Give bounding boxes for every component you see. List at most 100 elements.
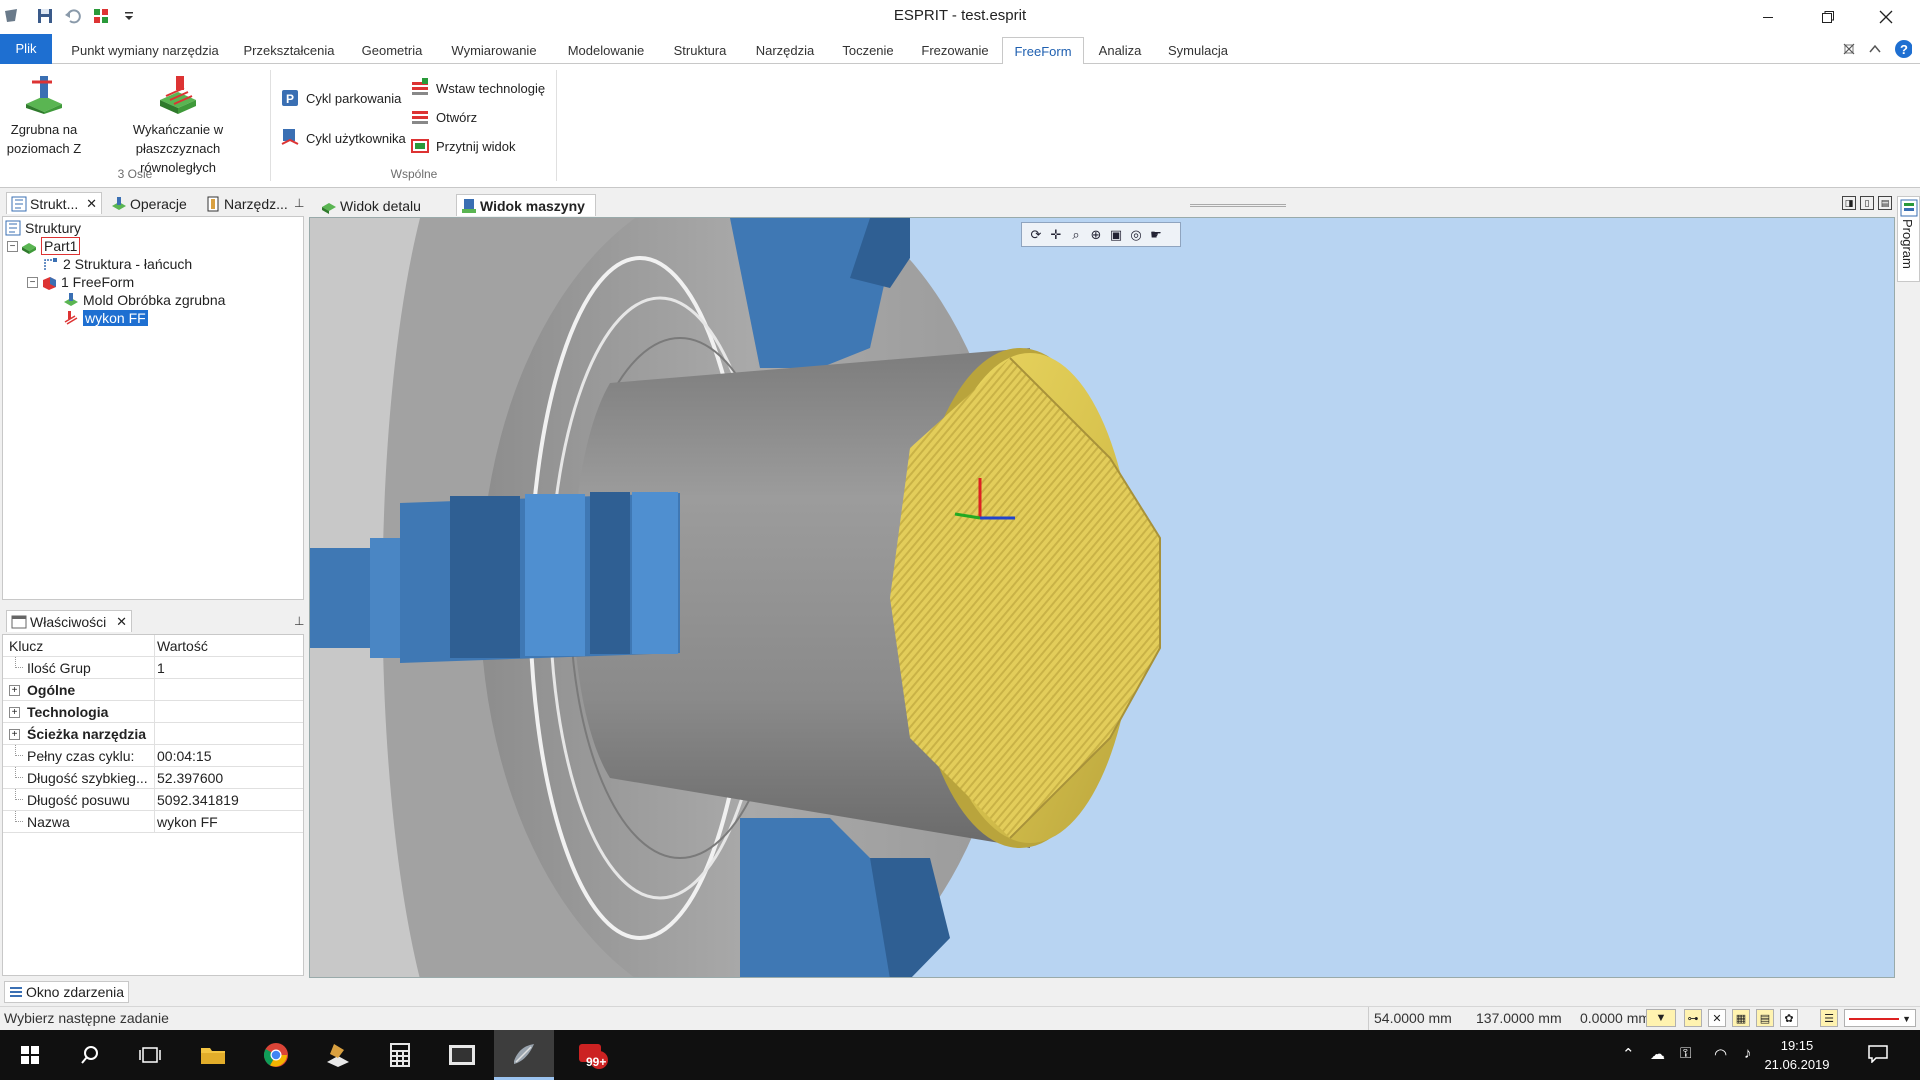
tab-wlasciwosci[interactable]: Właściwości ✕ <box>6 610 132 632</box>
tab-widok-maszyny[interactable]: Widok maszyny <box>456 194 596 216</box>
barcode-icon[interactable] <box>92 4 114 28</box>
zoom-window-icon[interactable]: ⊕ <box>1086 225 1106 245</box>
list-icon[interactable]: ☰ <box>1820 1009 1838 1027</box>
property-row[interactable]: Długość szybkieg... 52.397600 <box>3 767 303 789</box>
property-row[interactable]: + Technologia <box>3 701 303 723</box>
restore-button[interactable] <box>1800 0 1856 34</box>
zgrubna-button[interactable]: Zgrubna na poziomach Z <box>4 70 84 158</box>
notifications-app-button[interactable]: 99+ <box>564 1030 624 1080</box>
esprit-taskbar-button[interactable] <box>494 1030 554 1080</box>
hand-icon[interactable]: ☛ <box>1146 225 1166 245</box>
window-maximize-icon[interactable]: ◨ <box>1842 196 1856 210</box>
action-center-icon[interactable] <box>1868 1045 1888 1067</box>
rotate-icon[interactable]: ⟳ <box>1026 225 1046 245</box>
wykanczanie-button[interactable]: Wykańczanie w płaszczyznach równoległych <box>90 70 266 177</box>
close-tab-icon[interactable]: ✕ <box>86 196 97 212</box>
tab-struktury[interactable]: Strukt... ✕ <box>6 192 102 214</box>
tree-label: 1 FreeForm <box>61 274 135 290</box>
tool-app-button[interactable] <box>308 1030 368 1080</box>
tree-node-mold[interactable]: Mold Obróbka zgrubna <box>63 290 225 310</box>
close-button[interactable] <box>1858 0 1914 34</box>
onedrive-icon[interactable]: ☁ <box>1650 1045 1665 1063</box>
property-row[interactable]: + Ogólne <box>3 679 303 701</box>
undo-icon[interactable] <box>62 4 84 28</box>
property-row[interactable]: Długość posuwu 5092.341819 <box>3 789 303 811</box>
right-sidebar[interactable]: Program <box>1897 196 1920 282</box>
file-explorer-button[interactable] <box>183 1030 243 1080</box>
help-icon[interactable]: ? <box>1894 40 1912 58</box>
cykl-uzytkownika-label: Cykl użytkownika <box>306 130 406 146</box>
otworz-button[interactable]: Otwórz <box>410 105 477 129</box>
drag-grip[interactable] <box>1190 204 1286 207</box>
tab-operacje[interactable]: Operacje <box>106 192 196 214</box>
tree-node-chain[interactable]: 2 Struktura - łańcuch <box>43 254 192 274</box>
layers-icon[interactable]: ▤ <box>1756 1009 1774 1027</box>
tab-struktura[interactable]: Struktura <box>668 37 732 64</box>
snap-icon[interactable]: ⊶ <box>1684 1009 1702 1027</box>
taskbar-clock[interactable]: 19:15 21.06.2019 <box>1762 1036 1832 1074</box>
machine-viewport[interactable] <box>309 217 1895 978</box>
close-tab-icon[interactable]: ✕ <box>116 614 127 630</box>
wstaw-technologie-button[interactable]: Wstaw technologię <box>410 76 545 100</box>
up-arrow-icon[interactable] <box>1866 40 1884 58</box>
show-hidden-icons[interactable]: ⌃ <box>1622 1045 1635 1063</box>
property-row[interactable]: Pełny czas cyklu: 00:04:15 <box>3 745 303 767</box>
collapse-icon[interactable]: − <box>27 276 38 288</box>
collapse-ribbon-icon[interactable] <box>1840 40 1858 58</box>
cross-icon[interactable]: ✕ <box>1708 1009 1726 1027</box>
window-layout-icon[interactable]: ▤ <box>1878 196 1892 210</box>
pin-icon[interactable]: ⊥ <box>294 614 304 628</box>
tab-plik[interactable]: Plik <box>0 34 52 64</box>
window-tile-icon[interactable]: ▯ <box>1860 196 1874 210</box>
image-viewer-button[interactable] <box>432 1030 492 1080</box>
task-view-button[interactable] <box>120 1030 180 1080</box>
grid-icon[interactable]: ▦ <box>1732 1009 1750 1027</box>
event-list-icon <box>10 987 22 997</box>
tab-toczenie[interactable]: Toczenie <box>836 37 900 64</box>
volume-icon[interactable]: ♪ <box>1744 1045 1752 1062</box>
search-button[interactable] <box>60 1030 120 1080</box>
palette-icon[interactable]: ✿ <box>1780 1009 1798 1027</box>
property-row[interactable]: + Ścieżka narzędzia <box>3 723 303 745</box>
app-menu-icon[interactable] <box>0 4 22 28</box>
przytnij-widok-button[interactable]: Przytnij widok <box>410 134 515 158</box>
wifi-icon[interactable]: ◠ <box>1714 1045 1727 1063</box>
tab-punkt-wymiany[interactable]: Punkt wymiany narzędzia <box>62 37 228 64</box>
finishing-icon <box>156 74 200 114</box>
selection-filter-icon[interactable]: ▼ <box>1646 1009 1676 1027</box>
tree-node-part1[interactable]: − Part1 <box>7 236 81 256</box>
tab-narzedzia[interactable]: Narzędzia <box>746 37 824 64</box>
tree-node-freeform[interactable]: − 1 FreeForm <box>27 272 134 292</box>
tab-analiza[interactable]: Analiza <box>1092 37 1148 64</box>
cykl-uzytkownika-button[interactable]: Cykl użytkownika <box>280 126 406 150</box>
tab-wymiarowanie[interactable]: Wymiarowanie <box>444 37 544 64</box>
line-style-dropdown[interactable]: ▼ <box>1844 1009 1916 1027</box>
tab-freeform[interactable]: FreeForm <box>1002 37 1084 66</box>
calculator-button[interactable] <box>370 1030 430 1080</box>
tab-modelowanie[interactable]: Modelowanie <box>556 37 656 64</box>
zoom-icon[interactable]: ⌕ <box>1066 225 1086 245</box>
collapse-icon[interactable]: − <box>7 240 18 252</box>
customize-quick-access-icon[interactable] <box>118 4 140 28</box>
save-icon[interactable] <box>34 4 56 28</box>
start-button[interactable] <box>0 1030 60 1080</box>
tree-node-wykon[interactable]: wykon FF <box>63 308 148 328</box>
tab-frezowanie[interactable]: Frezowanie <box>914 37 996 64</box>
tab-geometria[interactable]: Geometria <box>352 37 432 64</box>
tab-narzedzia-panel[interactable]: Narzędz... <box>200 192 298 214</box>
tab-symulacja[interactable]: Symulacja <box>1160 37 1236 64</box>
property-row[interactable]: Nazwa wykon FF <box>3 811 303 833</box>
chrome-button[interactable] <box>246 1030 306 1080</box>
view-cube-icon[interactable]: ▣ <box>1106 225 1126 245</box>
cykl-parkowania-button[interactable]: P Cykl parkowania <box>280 86 401 110</box>
tree-node-struktury[interactable]: Struktury <box>5 218 81 238</box>
tab-widok-detalu[interactable]: Widok detalu <box>316 194 448 216</box>
minimize-button[interactable] <box>1740 0 1796 34</box>
pan-icon[interactable]: ✛ <box>1046 225 1066 245</box>
property-row[interactable]: Ilość Grup 1 <box>3 657 303 679</box>
binoculars-icon[interactable]: ◎ <box>1126 225 1146 245</box>
tab-przeksztalcenia[interactable]: Przekształcenia <box>238 37 340 64</box>
network-device-icon[interactable]: ⚿ <box>1680 1045 1691 1062</box>
event-window-tab[interactable]: Okno zdarzenia <box>4 981 130 1003</box>
pin-icon[interactable]: ⊥ <box>294 196 304 210</box>
